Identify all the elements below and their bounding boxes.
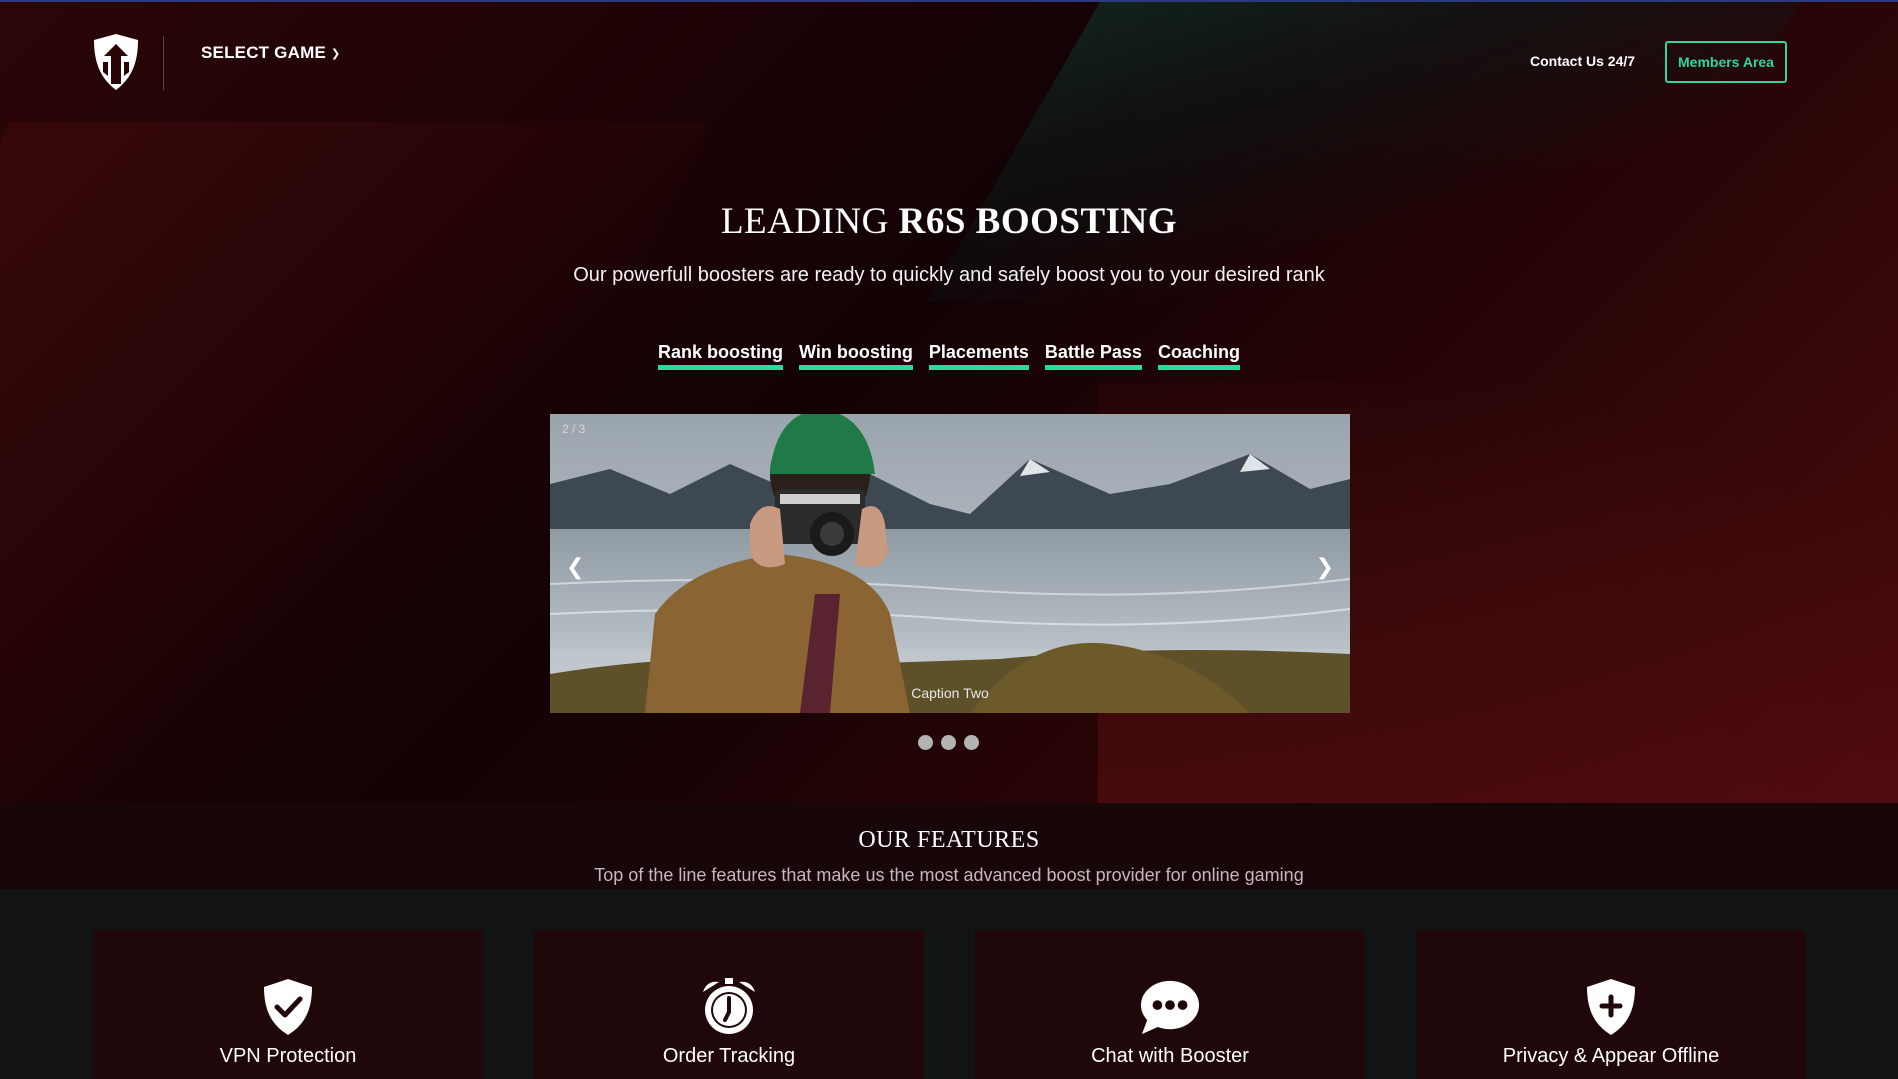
hero-subtitle: Our powerfull boosters are ready to quic… (573, 264, 1325, 286)
feature-label: Order Tracking (662, 1045, 796, 1067)
slide-counter: 2 / 3 (562, 422, 586, 436)
carousel-dot-1[interactable] (918, 735, 933, 750)
select-game-label: SELECT GAME (201, 43, 326, 62)
page-title-bold: R6S BOOSTING (898, 201, 1178, 242)
carousel-slide-image (550, 414, 1350, 713)
shield-check-icon (258, 976, 318, 1038)
features-subtitle: Top of the line features that make us th… (594, 865, 1304, 885)
page-title-prefix: LEADING (720, 201, 899, 242)
feature-label: VPN Protection (219, 1045, 357, 1067)
contact-link[interactable]: Contact Us 24/7 (1530, 53, 1635, 69)
carousel-dot-3[interactable] (964, 735, 979, 750)
select-game-dropdown[interactable]: SELECT GAME ❯ (201, 43, 340, 63)
feature-card-chat: Chat with Booster (975, 930, 1365, 1079)
tab-coaching[interactable]: Coaching (1157, 342, 1240, 370)
chat-bubble-icon (1140, 976, 1200, 1038)
tab-placements[interactable]: Placements (928, 342, 1029, 370)
feature-card-privacy: Privacy & Appear Offline (1416, 930, 1806, 1079)
shield-plus-icon (1581, 976, 1641, 1038)
alarm-clock-icon (699, 976, 759, 1038)
shield-arrow-logo[interactable] (90, 32, 142, 92)
feature-card-tracking: Order Tracking (534, 930, 924, 1079)
tab-battle-pass[interactable]: Battle Pass (1044, 342, 1142, 370)
feature-label: Privacy & Appear Offline (1502, 1045, 1720, 1067)
features-title: OUR FEATURES (858, 827, 1040, 853)
feature-label: Chat with Booster (1091, 1045, 1249, 1067)
tab-rank-boosting[interactable]: Rank boosting (658, 342, 784, 370)
members-area-button[interactable]: Members Area (1665, 41, 1787, 83)
carousel-dot-2[interactable] (941, 735, 956, 750)
tab-win-boosting[interactable]: Win boosting (799, 342, 913, 370)
nav-divider (163, 36, 164, 90)
page-title: LEADING R6S BOOSTING (0, 200, 1898, 243)
hero-section: SELECT GAME ❯ Contact Us 24/7 Members Ar… (0, 0, 1898, 803)
image-carousel[interactable]: 2 / 3 ❮ ❯ Caption Two (550, 414, 1350, 713)
service-tabs: Rank boosting Win boosting Placements Ba… (0, 342, 1898, 370)
chevron-down-icon: ❯ (331, 47, 341, 60)
carousel-next-button[interactable]: ❯ (1316, 554, 1334, 580)
feature-card-vpn: VPN Protection (93, 930, 483, 1079)
carousel-dots (918, 735, 979, 750)
carousel-prev-button[interactable]: ❮ (566, 554, 584, 580)
slide-caption: Caption Two (911, 685, 989, 701)
